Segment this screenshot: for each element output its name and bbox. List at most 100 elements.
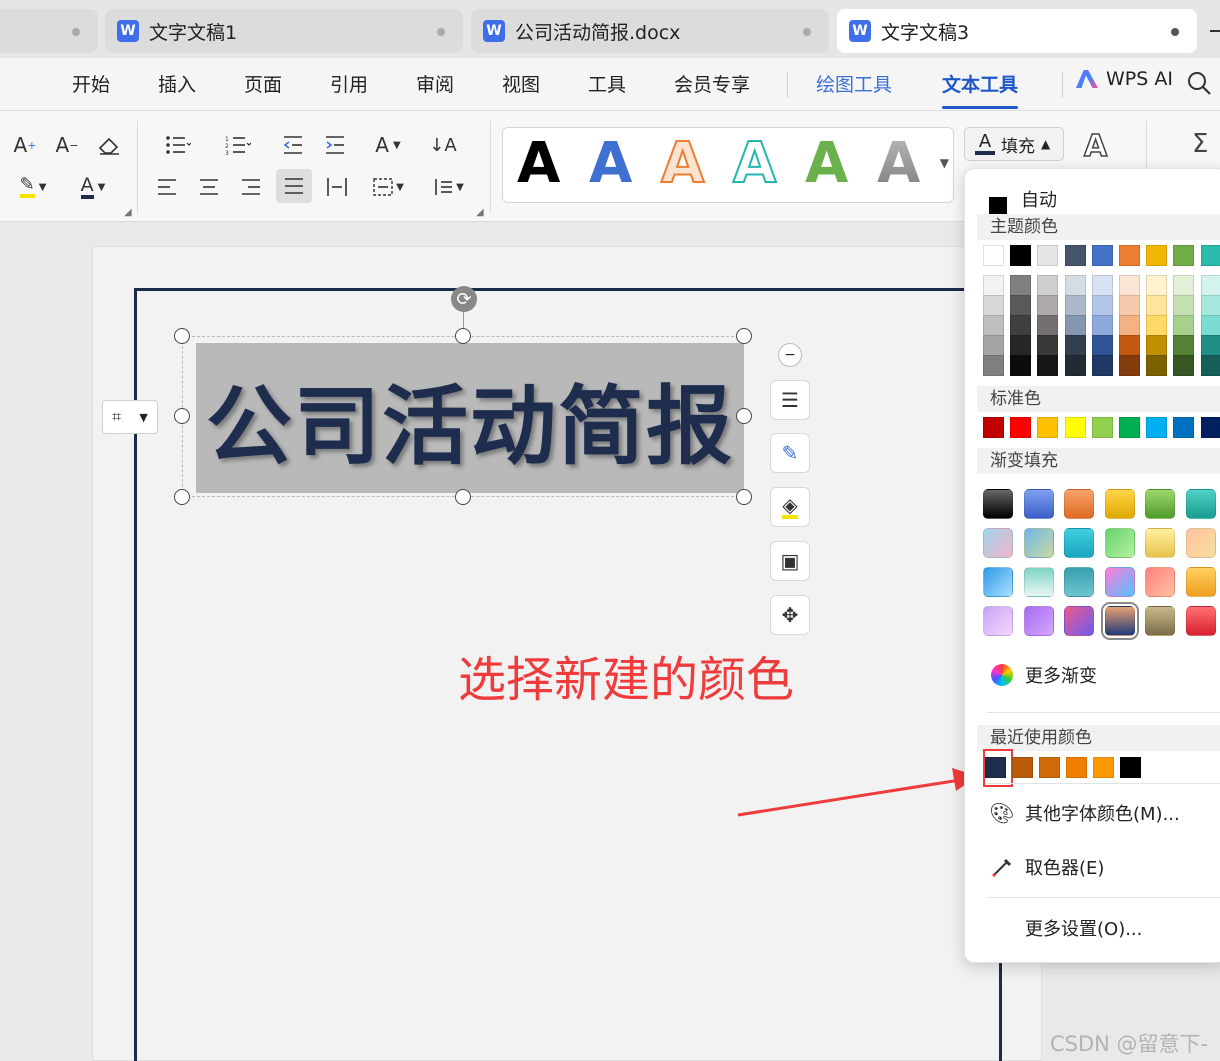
dialog-launcher-icon[interactable]: ◢ <box>476 207 484 218</box>
theme-color-swatch[interactable] <box>1146 245 1168 266</box>
theme-shade-swatch[interactable] <box>1200 295 1220 316</box>
theme-shade-swatch[interactable] <box>1091 335 1113 356</box>
font-size-decrease-button[interactable]: A − <box>50 129 84 161</box>
theme-shade-swatch[interactable] <box>983 275 1004 296</box>
text-style-green[interactable]: A <box>805 132 848 196</box>
theme-shade-swatch[interactable] <box>1064 355 1086 376</box>
gradient-swatch[interactable] <box>1185 567 1216 597</box>
distributed-align-button[interactable] <box>320 171 354 203</box>
theme-shade-swatch[interactable] <box>1119 295 1140 316</box>
gradient-swatch[interactable] <box>1185 489 1216 519</box>
resize-handle[interactable] <box>174 408 190 424</box>
tab-doc-2[interactable]: W 公司活动简报.docx <box>471 9 829 53</box>
auto-color-item[interactable]: 自动 <box>965 179 1220 219</box>
align-right-button[interactable] <box>234 171 268 203</box>
resize-handle[interactable] <box>455 328 471 344</box>
theme-shade-swatch[interactable] <box>1173 355 1195 376</box>
clear-format-button[interactable] <box>92 129 126 161</box>
text-style-gray[interactable]: A <box>877 132 920 196</box>
resize-handle[interactable] <box>174 489 190 505</box>
theme-shade-swatch[interactable] <box>1091 315 1113 336</box>
theme-color-swatch[interactable] <box>983 245 1004 266</box>
minimize-icon[interactable] <box>1210 30 1220 32</box>
resize-handle[interactable] <box>736 328 752 344</box>
theme-shade-swatch[interactable] <box>983 355 1004 376</box>
theme-shade-swatch[interactable] <box>1010 335 1032 356</box>
theme-shade-swatch[interactable] <box>1119 275 1140 296</box>
gradient-swatch[interactable] <box>983 606 1013 636</box>
theme-shade-swatch[interactable] <box>983 335 1004 356</box>
menu-page[interactable]: 页面 <box>244 70 282 97</box>
gradient-swatch[interactable] <box>1023 489 1054 519</box>
gradient-swatch[interactable] <box>1023 606 1054 636</box>
font-size-increase-button[interactable]: A + <box>8 129 42 161</box>
standard-color-swatch[interactable] <box>1010 417 1032 438</box>
menu-text-tools[interactable]: 文本工具 <box>942 70 1019 109</box>
text-style-gallery[interactable]: A A A A A A ▼ <box>502 127 954 203</box>
resize-handle[interactable] <box>736 408 752 424</box>
bullet-list-button[interactable] <box>156 129 200 161</box>
theme-shade-swatch[interactable] <box>1146 275 1168 296</box>
font-color-button[interactable]: A ▼ <box>70 171 116 203</box>
search-icon[interactable] <box>1186 70 1212 96</box>
more-gradients-item[interactable]: 更多渐变 <box>965 655 1220 695</box>
standard-color-swatch[interactable] <box>1173 417 1195 438</box>
standard-color-swatch[interactable] <box>1091 417 1113 438</box>
theme-shade-swatch[interactable] <box>983 295 1004 316</box>
vertical-align-button[interactable]: ▼ <box>364 171 412 203</box>
title-textbox[interactable]: 公司活动简报 <box>196 343 744 493</box>
menu-home[interactable]: 开始 <box>72 70 110 97</box>
text-style-black[interactable]: A <box>517 132 560 196</box>
gradient-swatch[interactable] <box>1145 606 1175 636</box>
recent-color-swatch[interactable] <box>1093 757 1114 778</box>
theme-shade-swatch[interactable] <box>1119 335 1140 356</box>
theme-shade-swatch[interactable] <box>1200 355 1220 376</box>
menu-view[interactable]: 视图 <box>502 70 540 97</box>
gradient-swatch[interactable] <box>1145 489 1175 519</box>
gradient-swatch[interactable] <box>1104 489 1135 519</box>
theme-shade-swatch[interactable] <box>1037 335 1059 356</box>
gradient-swatch[interactable] <box>1064 489 1094 519</box>
theme-shade-swatch[interactable] <box>1037 295 1059 316</box>
gradient-swatch[interactable] <box>983 489 1013 519</box>
gradient-swatch[interactable] <box>1104 528 1135 558</box>
theme-shade-swatch[interactable] <box>1173 295 1195 316</box>
text-style-orange-outline[interactable]: A <box>660 131 705 197</box>
gradient-swatch[interactable] <box>1104 567 1135 597</box>
rotate-handle-icon[interactable]: ⟳ <box>451 286 477 312</box>
gradient-swatch[interactable] <box>1185 606 1216 636</box>
gallery-more-icon[interactable]: ▼ <box>940 156 949 170</box>
justify-button[interactable] <box>276 169 312 203</box>
theme-shade-swatch[interactable] <box>1091 275 1113 296</box>
theme-shade-swatch[interactable] <box>1146 315 1168 336</box>
gradient-swatch[interactable] <box>1100 602 1139 640</box>
more-tools-button[interactable]: ✥ <box>770 595 810 635</box>
theme-shade-swatch[interactable] <box>1173 335 1195 356</box>
theme-color-swatch[interactable] <box>1010 245 1032 266</box>
other-colors-item[interactable]: 🎨︎ 其他字体颜色(M)... <box>965 793 1220 833</box>
menu-insert[interactable]: 插入 <box>158 70 196 97</box>
theme-shade-swatch[interactable] <box>1146 355 1168 376</box>
theme-shade-swatch[interactable] <box>1037 315 1059 336</box>
tab-close-dot[interactable] <box>1171 28 1179 36</box>
theme-shade-swatch[interactable] <box>1146 335 1168 356</box>
format-painter-button[interactable]: ✎ <box>770 433 810 473</box>
decrease-indent-button[interactable] <box>276 129 310 161</box>
theme-shade-swatch[interactable] <box>1119 315 1140 336</box>
text-direction-button[interactable]: A ▼ <box>364 129 412 161</box>
text-outline-icon[interactable]: A <box>1083 128 1108 165</box>
theme-shade-swatch[interactable] <box>1173 275 1195 296</box>
theme-shade-swatch[interactable] <box>1119 355 1140 376</box>
theme-shade-swatch[interactable] <box>1146 295 1168 316</box>
tab-doc-1[interactable]: W 文字文稿1 <box>105 9 463 53</box>
resize-handle[interactable] <box>736 489 752 505</box>
tab-close-dot[interactable] <box>72 28 80 36</box>
menu-drawing-tools[interactable]: 绘图工具 <box>816 70 892 97</box>
theme-color-swatch[interactable] <box>1064 245 1086 266</box>
theme-shade-swatch[interactable] <box>1037 275 1059 296</box>
tab-close-dot[interactable] <box>803 28 811 36</box>
recent-color-swatch[interactable] <box>1012 757 1033 778</box>
theme-shade-swatch[interactable] <box>1064 295 1086 316</box>
more-settings-item[interactable]: 更多设置(O)... <box>965 908 1220 948</box>
theme-shade-swatch[interactable] <box>1010 295 1032 316</box>
